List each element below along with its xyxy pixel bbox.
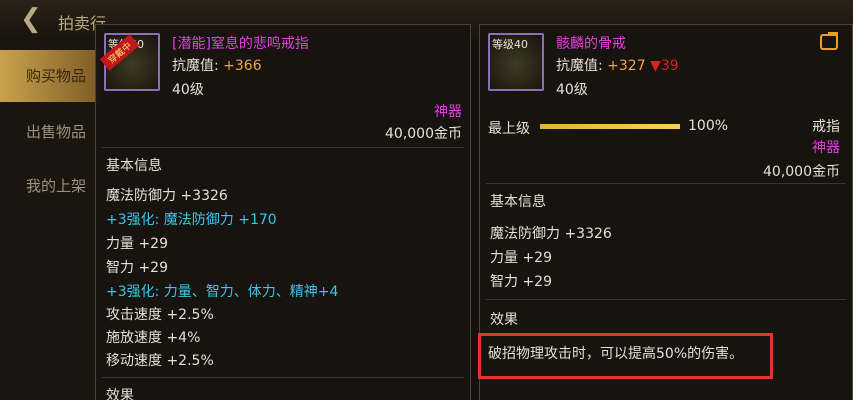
durability-label: 最上级 <box>488 121 530 137</box>
magic-resist-label: 抗魔值: <box>172 58 219 74</box>
item-level: 40级 <box>556 82 588 98</box>
stat-row: 智力 +29 <box>490 274 552 290</box>
rarity-label: 神器 <box>812 140 840 156</box>
price-label: 40,000金币 <box>385 126 462 142</box>
compare-item-tooltip: 等级40 骸麟的骨戒 抗魔值: +327 ▼39 40级 最上级 100% 戒指… <box>478 24 853 400</box>
divider <box>102 147 464 148</box>
item-name: 骸麟的骨戒 <box>556 36 626 52</box>
sidebar-item-buy[interactable]: 购买物品 <box>0 50 100 102</box>
stat-row: 魔法防御力 +3326 <box>490 226 612 242</box>
stat-row-enhance: +3强化: 魔法防御力 +170 <box>106 212 277 228</box>
section-basic-info: 基本信息 <box>106 158 162 174</box>
divider <box>486 299 846 300</box>
divider <box>102 377 464 378</box>
stat-row: 智力 +29 <box>106 260 168 276</box>
stat-row: 移动速度 +2.5% <box>106 353 214 369</box>
section-effect: 效果 <box>106 388 134 400</box>
sidebar-item-sell[interactable]: 出售物品 <box>0 106 100 158</box>
sidebar-item-my-listings[interactable]: 我的上架 <box>0 160 100 212</box>
rarity-label: 神器 <box>434 104 462 120</box>
item-type: 戒指 <box>812 119 840 135</box>
item-icon-bone-ring: 等级40 <box>488 33 544 91</box>
durability-percent: 100% <box>688 118 729 134</box>
back-arrow-icon[interactable]: ❮ <box>20 6 42 32</box>
item-icon-ring: 等级40 穿戴中 <box>99 33 160 91</box>
stat-row: 力量 +29 <box>490 250 552 266</box>
magic-resist-row: 抗魔值: +327 ▼39 <box>556 55 679 75</box>
magic-resist-value: +366 <box>223 58 262 74</box>
item-level-tag: 等级40 <box>492 38 528 51</box>
section-basic-info: 基本信息 <box>490 194 546 210</box>
section-effect: 效果 <box>490 312 518 328</box>
stat-row: 攻击速度 +2.5% <box>106 307 214 323</box>
item-name: [潜能]窒息的悲鸣戒指 <box>172 36 309 52</box>
magic-resist-row: 抗魔值: +366 <box>172 55 262 75</box>
stat-row-enhance: +3强化: 力量、智力、体力、精神+4 <box>106 284 339 300</box>
stat-row: 施放速度 +4% <box>106 330 201 346</box>
sidebar: 购买物品 出售物品 我的上架 <box>0 40 100 400</box>
stat-row: 力量 +29 <box>106 236 168 252</box>
stat-row: 魔法防御力 +3326 <box>106 188 228 204</box>
price-label: 40,000金币 <box>763 164 840 180</box>
durability-bar <box>540 124 680 129</box>
divider <box>486 183 846 184</box>
magic-resist-diff: ▼39 <box>650 58 679 74</box>
durability-bar-fill <box>540 124 680 129</box>
equipped-item-tooltip: 等级40 穿戴中 [潜能]窒息的悲鸣戒指 抗魔值: +366 40级 神器 40… <box>95 24 471 400</box>
item-level: 40级 <box>172 82 204 98</box>
effect-highlight-box <box>478 333 773 379</box>
share-icon[interactable] <box>820 32 838 50</box>
magic-resist-label: 抗魔值: <box>556 58 603 74</box>
magic-resist-value: +327 <box>607 58 646 74</box>
